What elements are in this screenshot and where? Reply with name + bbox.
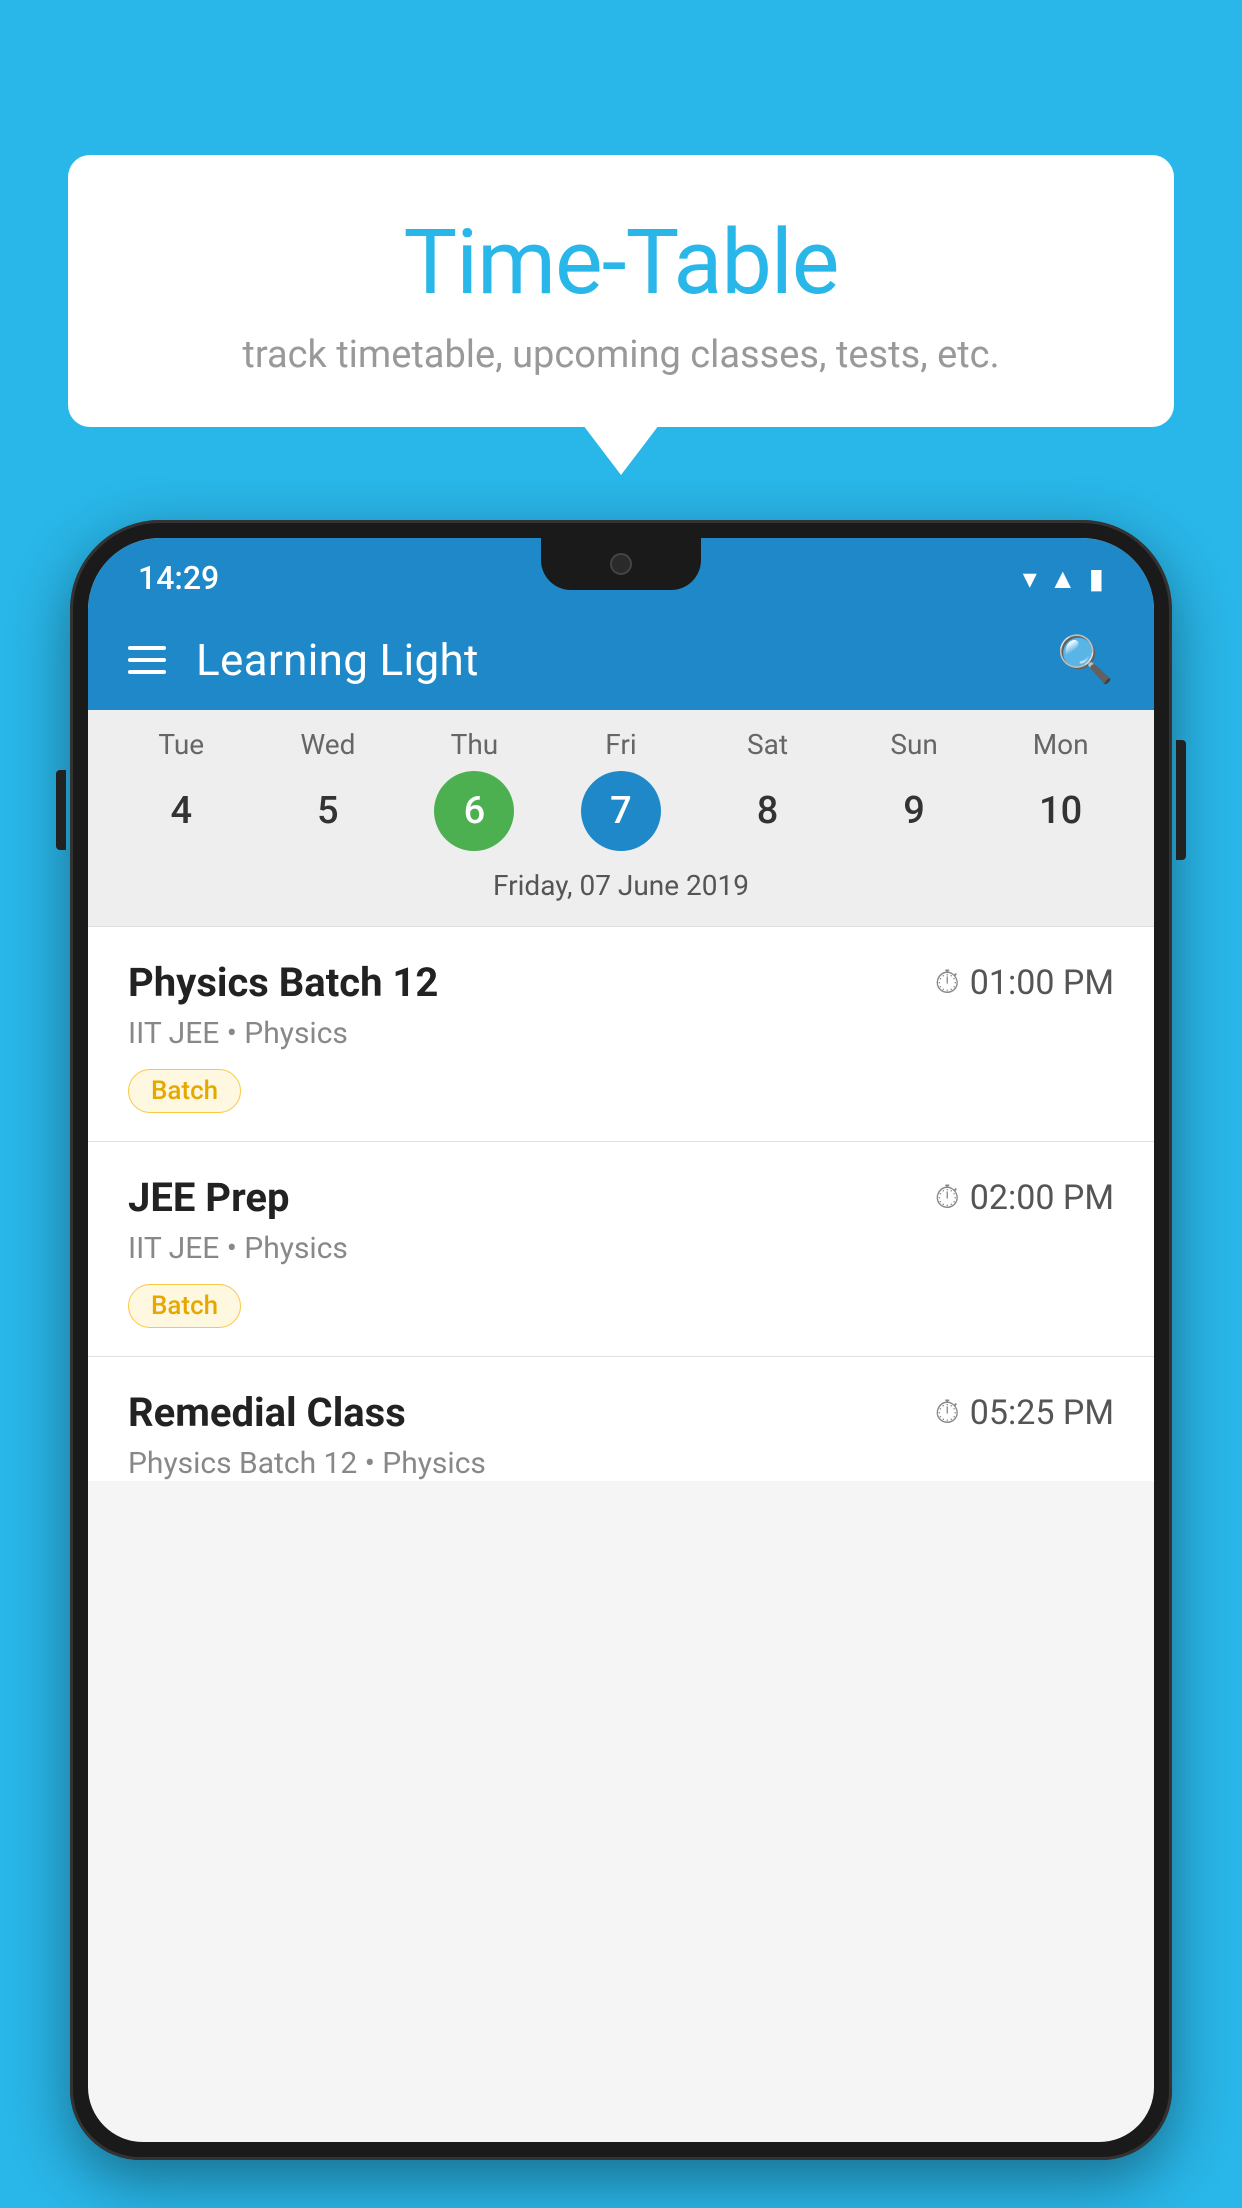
class-item-2-tag: Batch: [128, 1284, 241, 1328]
app-bar-left: Learning Light: [128, 634, 479, 686]
search-icon[interactable]: 🔍: [1057, 633, 1114, 687]
class-item-2-time-text: 02:00 PM: [970, 1178, 1114, 1218]
class-item-1-time: ⏱ 01:00 PM: [935, 963, 1114, 1003]
day-label-sun: Sun: [874, 728, 954, 761]
status-icons: ▾ ▲ ▮: [1023, 562, 1104, 595]
day-9[interactable]: 9: [874, 771, 954, 851]
class-item-3-name: Remedial Class: [128, 1389, 406, 1436]
day-8[interactable]: 8: [728, 771, 808, 851]
class-item-2[interactable]: JEE Prep ⏱ 02:00 PM IIT JEE • Physics Ba…: [88, 1142, 1154, 1357]
phone-outer: 14:29 ▾ ▲ ▮ Learning Light 🔍: [70, 520, 1172, 2160]
hamburger-icon[interactable]: [128, 646, 166, 674]
signal-icon: ▲: [1049, 562, 1077, 595]
speech-bubble-container: Time-Table track timetable, upcoming cla…: [68, 155, 1174, 427]
day-label-fri: Fri: [581, 728, 661, 761]
class-item-3-time-text: 05:25 PM: [970, 1393, 1114, 1433]
phone-frame: 14:29 ▾ ▲ ▮ Learning Light 🔍: [70, 520, 1172, 2208]
phone-screen: 14:29 ▾ ▲ ▮ Learning Light 🔍: [88, 538, 1154, 2142]
day-label-thu: Thu: [434, 728, 514, 761]
day-label-tue: Tue: [141, 728, 221, 761]
class-item-2-header: JEE Prep ⏱ 02:00 PM: [128, 1174, 1114, 1221]
speech-bubble: Time-Table track timetable, upcoming cla…: [68, 155, 1174, 427]
class-item-1-tag: Batch: [128, 1069, 241, 1113]
day-7-selected[interactable]: 7: [581, 771, 661, 851]
class-item-3[interactable]: Remedial Class ⏱ 05:25 PM Physics Batch …: [88, 1357, 1154, 1481]
bubble-title: Time-Table: [108, 210, 1134, 315]
calendar-strip: Tue Wed Thu Fri Sat Sun Mon 4 5 6 7 8 9 …: [88, 710, 1154, 926]
app-bar: Learning Light 🔍: [88, 610, 1154, 710]
clock-icon-2: ⏱: [935, 1178, 960, 1217]
class-item-2-meta: IIT JEE • Physics: [128, 1231, 1114, 1266]
day-6-today[interactable]: 6: [434, 771, 514, 851]
status-time: 14:29: [138, 559, 219, 597]
class-item-1-time-text: 01:00 PM: [970, 963, 1114, 1003]
selected-date-label: Friday, 07 June 2019: [88, 861, 1154, 916]
class-item-3-time: ⏱ 05:25 PM: [935, 1393, 1114, 1433]
class-item-1-header: Physics Batch 12 ⏱ 01:00 PM: [128, 959, 1114, 1006]
wifi-icon: ▾: [1023, 562, 1037, 595]
class-item-2-name: JEE Prep: [128, 1174, 289, 1221]
day-numbers: 4 5 6 7 8 9 10: [88, 771, 1154, 851]
class-item-2-time: ⏱ 02:00 PM: [935, 1178, 1114, 1218]
class-item-1[interactable]: Physics Batch 12 ⏱ 01:00 PM IIT JEE • Ph…: [88, 927, 1154, 1142]
day-5[interactable]: 5: [288, 771, 368, 851]
class-item-3-header: Remedial Class ⏱ 05:25 PM: [128, 1389, 1114, 1436]
class-item-1-meta: IIT JEE • Physics: [128, 1016, 1114, 1051]
day-10[interactable]: 10: [1021, 771, 1101, 851]
battery-icon: ▮: [1089, 562, 1104, 595]
day-headers: Tue Wed Thu Fri Sat Sun Mon: [88, 728, 1154, 761]
day-label-sat: Sat: [728, 728, 808, 761]
day-4[interactable]: 4: [141, 771, 221, 851]
notch: [541, 538, 701, 590]
clock-icon-1: ⏱: [935, 963, 960, 1002]
day-label-wed: Wed: [288, 728, 368, 761]
class-item-1-name: Physics Batch 12: [128, 959, 438, 1006]
camera-dot: [610, 553, 632, 575]
day-label-mon: Mon: [1021, 728, 1101, 761]
bubble-subtitle: track timetable, upcoming classes, tests…: [108, 333, 1134, 377]
app-title: Learning Light: [196, 634, 479, 686]
clock-icon-3: ⏱: [935, 1393, 960, 1432]
class-item-3-meta: Physics Batch 12 • Physics: [128, 1446, 1114, 1481]
